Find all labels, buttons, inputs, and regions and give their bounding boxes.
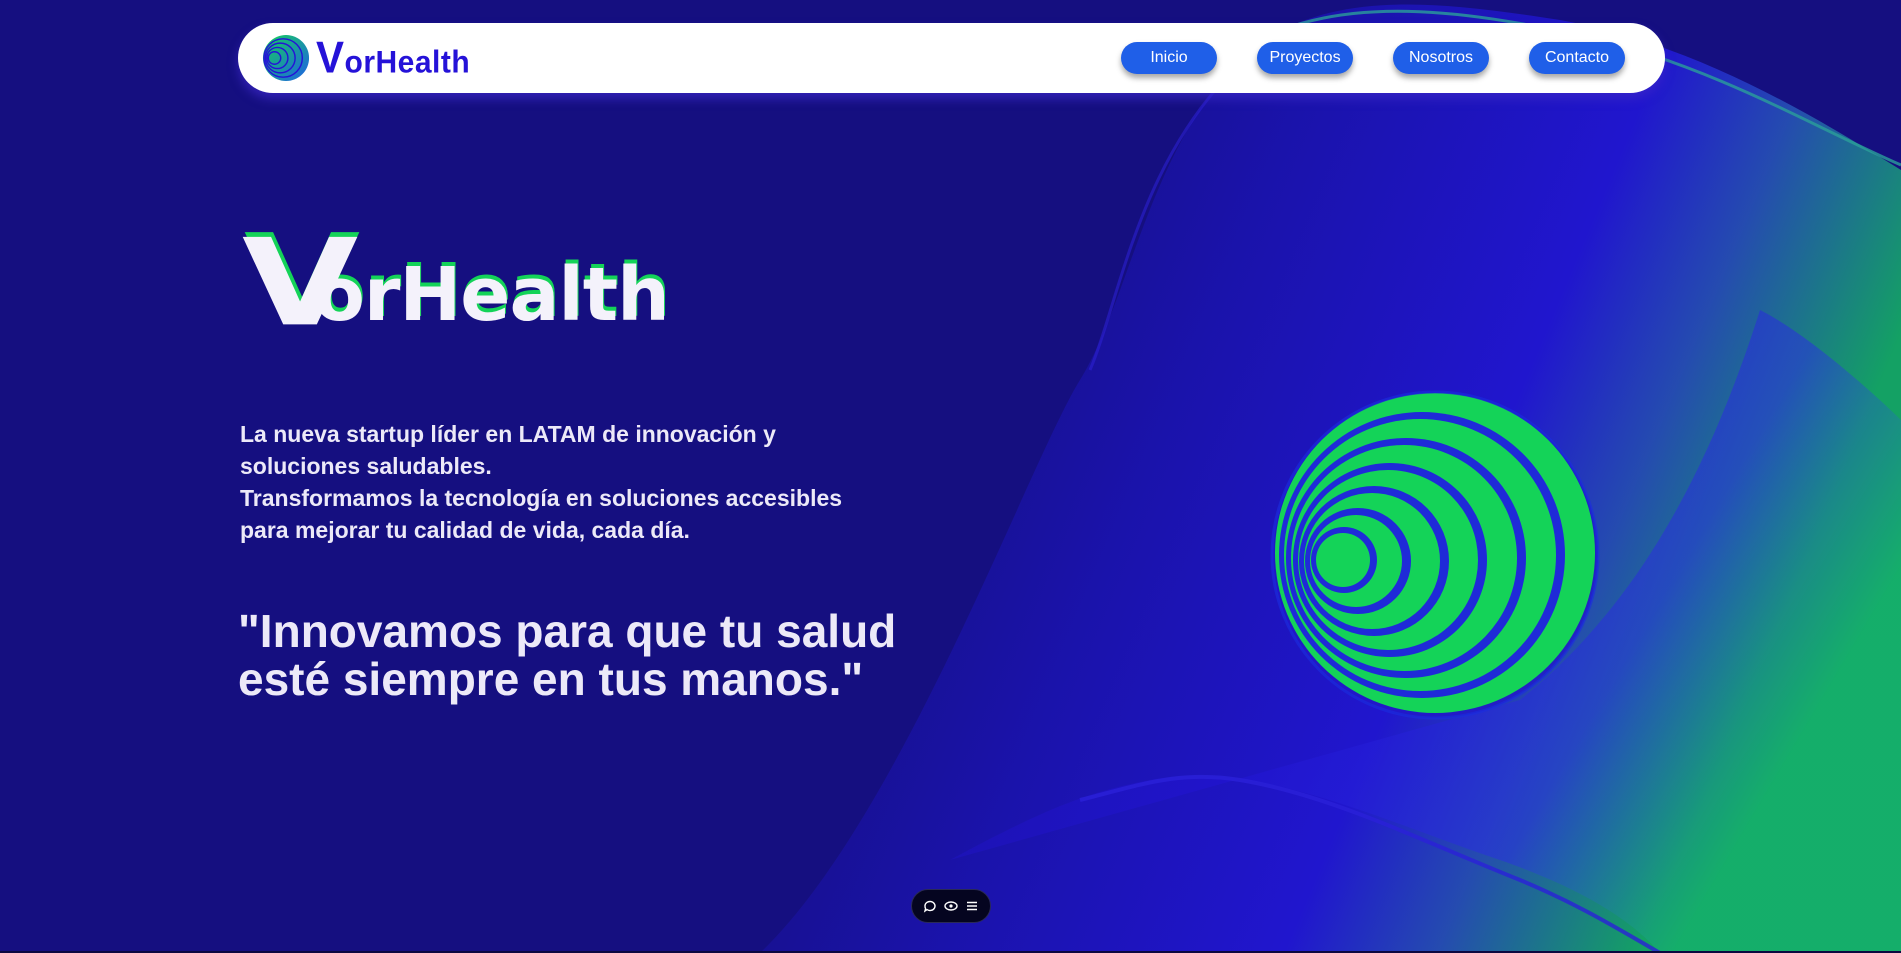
nav-nosotros-button[interactable]: Nosotros: [1393, 42, 1489, 74]
hero-logo: V orHealth V orHealth: [242, 210, 671, 330]
chat-icon[interactable]: [921, 897, 939, 915]
menu-icon[interactable]: [963, 897, 981, 915]
nav-inicio-button[interactable]: Inicio: [1121, 42, 1217, 74]
page: VorHealth Inicio Proyectos Nosotros Cont…: [0, 0, 1901, 953]
brand-rest: orHealth: [344, 45, 471, 81]
hero-description-line-1: La nueva startup líder en LATAM de innov…: [240, 421, 776, 479]
brand-logo[interactable]: VorHealth: [262, 33, 470, 83]
hero-quote: "Innovamos para que tu salud esté siempr…: [238, 605, 897, 705]
eye-icon[interactable]: [942, 897, 960, 915]
nav-menu: Inicio Proyectos Nosotros Contacto: [1121, 42, 1625, 74]
brand-initial: V: [316, 32, 345, 83]
brand-wordmark: VorHealth: [316, 32, 471, 83]
hero-orb-icon: [1270, 390, 1600, 720]
brand-orb-icon: [262, 34, 310, 82]
hero-logo-rest: orHealth: [314, 252, 669, 330]
hero-description: La nueva startup líder en LATAM de innov…: [240, 418, 880, 546]
nav-proyectos-button[interactable]: Proyectos: [1257, 42, 1353, 74]
hero-description-line-2: Transformamos la tecnología en solucione…: [240, 485, 843, 543]
nav-contacto-button[interactable]: Contacto: [1529, 42, 1625, 74]
floating-toolbar: [911, 889, 991, 923]
navbar: VorHealth Inicio Proyectos Nosotros Cont…: [238, 23, 1665, 93]
